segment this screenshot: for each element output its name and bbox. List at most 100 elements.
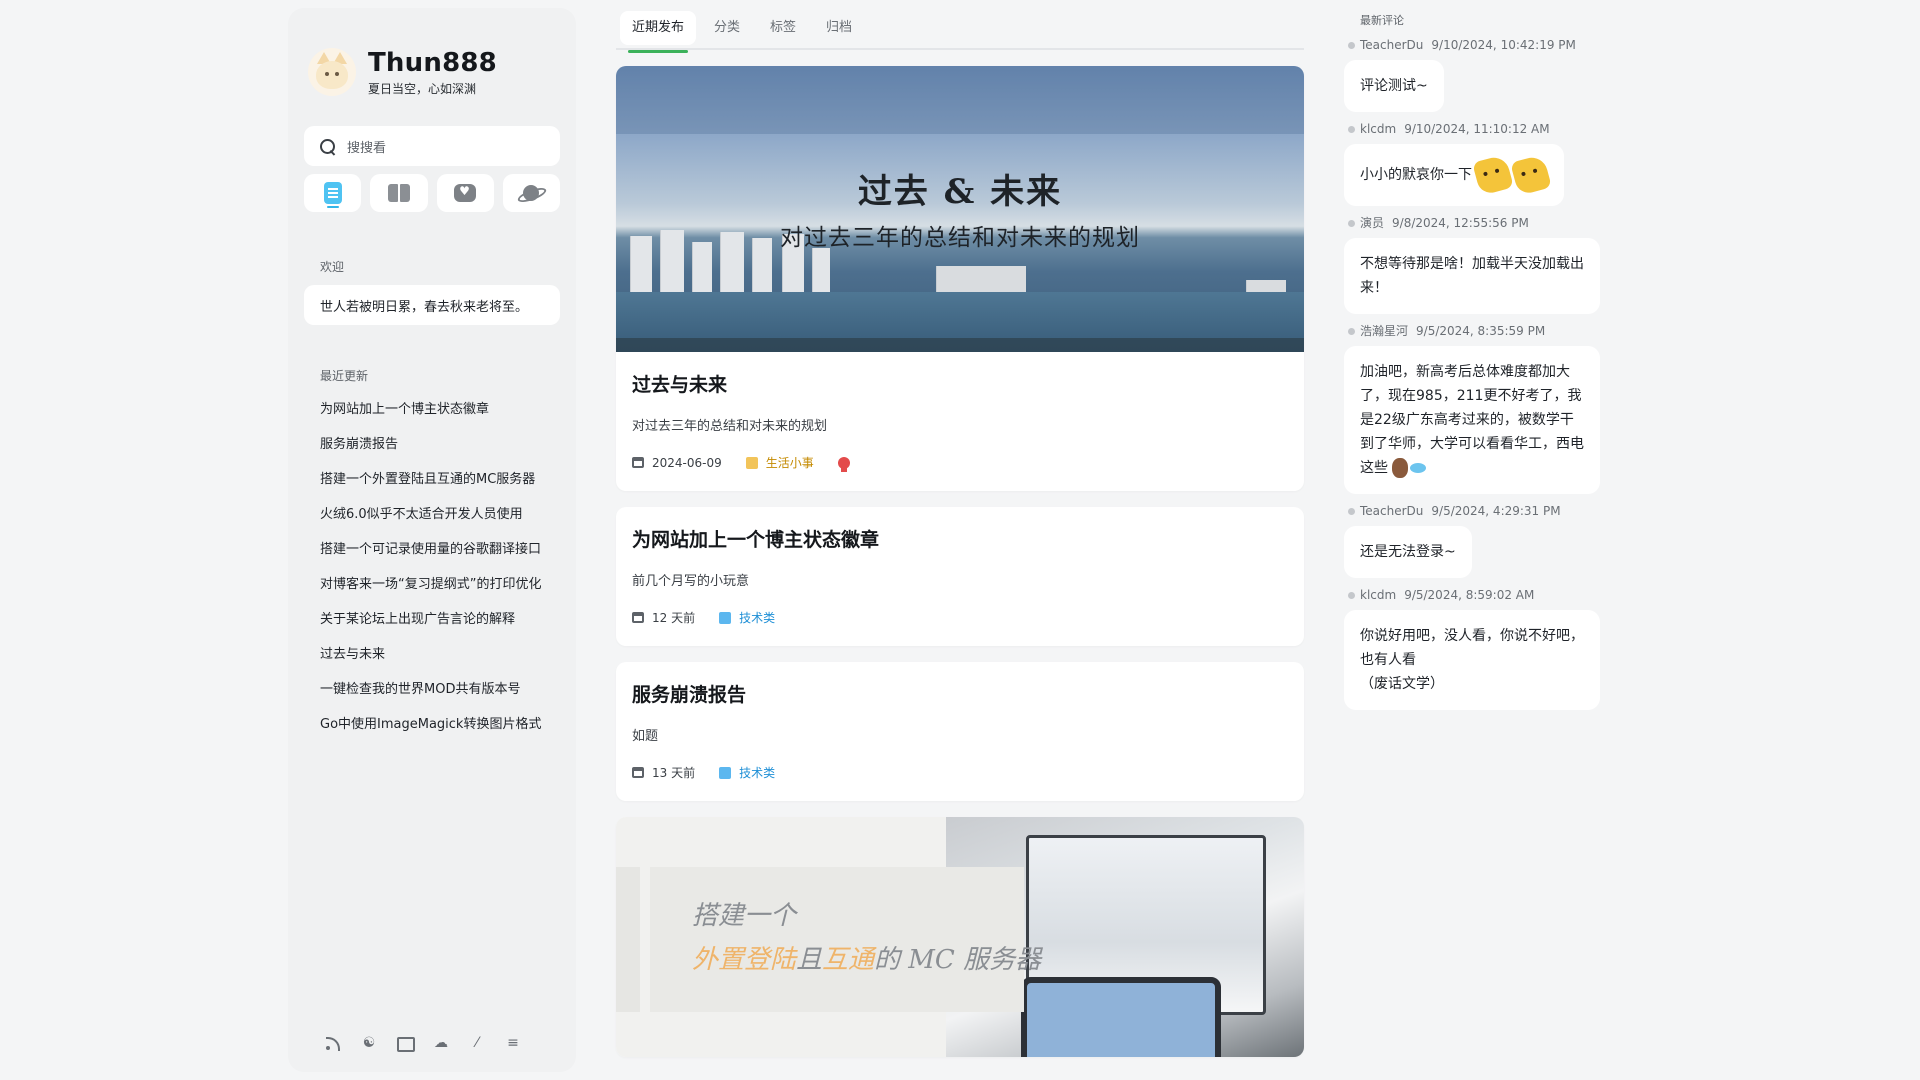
avatar[interactable] — [308, 48, 356, 96]
post-category[interactable]: 生活小事 — [745, 454, 814, 471]
comment-bubble[interactable]: 加油吧，新高考后总体难度都加大了，现在985，211更不好考了，我是22级广东高… — [1344, 346, 1600, 494]
post-category-text[interactable]: 生活小事 — [766, 454, 814, 471]
post-title[interactable]: 过去与未来 — [632, 370, 1288, 397]
category-icon — [719, 766, 732, 779]
sidebar-nav-tabs — [304, 174, 560, 212]
category-icon — [719, 611, 732, 624]
post-category-text[interactable]: 技术类 — [739, 764, 775, 781]
comment-time: 9/10/2024, 11:10:12 AM — [1404, 122, 1550, 136]
comment-time: 9/5/2024, 8:35:59 PM — [1416, 324, 1546, 338]
welcome-card: 世人若被明日累，春去秋来老将至。 — [304, 285, 560, 325]
slash-icon[interactable]: ⁄ — [468, 1034, 486, 1052]
tab-archive[interactable]: 归档 — [814, 11, 864, 45]
cover-subtitle: 外置登陆且互通的 MC 服务器 — [692, 945, 1042, 975]
post-date: 2024-06-09 — [632, 456, 722, 470]
recent-label: 最近更新 — [320, 369, 369, 383]
post-tabs: 近期发布 分类 标签 归档 — [616, 8, 1304, 53]
nav-tab-posts[interactable] — [304, 174, 362, 212]
recent-item[interactable]: 过去与未来 — [304, 637, 544, 672]
post-date-text: 12 天前 — [652, 611, 696, 625]
post-card[interactable]: 为网站加上一个博主状态徽章 前几个月写的小玩意 12 天前 技术类 — [616, 507, 1304, 646]
latest-comments: 最新评论 TeacherDu 9/10/2024, 10:42:19 PM 评论测… — [1344, 12, 1600, 710]
list-icon[interactable]: ≡ — [504, 1034, 522, 1052]
comment-time: 9/10/2024, 10:42:19 PM — [1431, 38, 1576, 52]
calendar-icon — [632, 767, 644, 778]
mail-icon[interactable] — [396, 1034, 415, 1052]
comment-time: 9/5/2024, 8:59:02 AM — [1404, 588, 1535, 602]
site-motto: 夏日当空，心如深渊 — [368, 81, 477, 96]
comment-bubble[interactable]: 小小的默哀你一下 — [1344, 144, 1564, 206]
cover-title: 搭建一个 — [692, 901, 797, 931]
recent-item[interactable]: 火绒6.0似乎不太适合开发人员使用 — [304, 497, 544, 532]
comment-author[interactable]: 演员 — [1360, 216, 1384, 230]
welcome-label: 欢迎 — [320, 260, 345, 274]
rss-icon[interactable] — [324, 1034, 342, 1052]
search-box[interactable]: 搜搜看 — [304, 126, 560, 166]
post-card[interactable]: 过去 & 未来 对过去三年的总结和对未来的规划 过去与未来 对过去三年的总结和对… — [616, 66, 1304, 491]
post-cover-image[interactable]: 过去 & 未来 对过去三年的总结和对未来的规划 — [616, 66, 1304, 352]
chat-heart-icon — [454, 184, 477, 202]
comment-time: 9/5/2024, 4:29:31 PM — [1431, 504, 1561, 518]
main-content: 近期发布 分类 标签 归档 过去 & 未来 对过去三年的总结和对未来的规划 过去… — [616, 8, 1304, 1057]
recent-item[interactable]: 服务崩溃报告 — [304, 427, 544, 462]
recent-item[interactable]: 为网站加上一个博主状态徽章 — [304, 392, 544, 427]
cloud-icon[interactable]: ☁ — [432, 1034, 450, 1052]
book-icon — [387, 184, 410, 202]
post-title[interactable]: 服务崩溃报告 — [632, 680, 1288, 707]
comment-bubble[interactable]: 还是无法登录~ — [1344, 526, 1472, 578]
comment-item: 演员 9/8/2024, 12:55:56 PM 不想等待那是啥！加载半天没加载出… — [1344, 216, 1600, 314]
tab-recent[interactable]: 近期发布 — [620, 11, 697, 53]
post-date-text: 13 天前 — [652, 766, 696, 780]
post-date: 12 天前 — [632, 609, 695, 626]
github-icon[interactable]: ☯ — [360, 1034, 378, 1052]
post-category[interactable]: 技术类 — [719, 609, 775, 626]
cat-sticker-icon — [1472, 154, 1514, 196]
profile: Thun888 夏日当空，心如深渊 — [308, 40, 560, 104]
cover-subtitle: 对过去三年的总结和对未来的规划 — [780, 225, 1140, 251]
comments-label: 最新评论 — [1360, 14, 1404, 27]
tab-categories[interactable]: 分类 — [702, 11, 752, 45]
nav-tab-friends[interactable] — [502, 174, 560, 212]
post-card[interactable]: 搭建一个 外置登陆且互通的 MC 服务器 — [616, 817, 1304, 1057]
comment-bubble[interactable]: 你说好用吧，没人看，你说不好吧，也有人看 （废话文学） — [1344, 610, 1600, 710]
cat-sticker-icon — [1510, 154, 1552, 196]
comment-author[interactable]: TeacherDu — [1360, 38, 1423, 52]
post-category[interactable]: 技术类 — [719, 764, 775, 781]
post-date: 13 天前 — [632, 764, 695, 781]
award-icon — [837, 456, 850, 472]
planet-icon — [523, 185, 540, 201]
post-title[interactable]: 为网站加上一个博主状态徽章 — [632, 525, 1288, 552]
post-desc: 如题 — [632, 729, 659, 744]
post-card[interactable]: 服务崩溃报告 如题 13 天前 技术类 — [616, 662, 1304, 801]
recent-item[interactable]: 一键检查我的世界MOD共有版本号 — [304, 672, 544, 707]
post-cover-image[interactable]: 搭建一个 外置登陆且互通的 MC 服务器 — [616, 817, 1304, 1057]
calendar-icon — [632, 612, 644, 623]
post-desc: 对过去三年的总结和对未来的规划 — [632, 419, 828, 434]
recent-item[interactable]: 搭建一个可记录使用量的谷歌翻译接口 — [304, 532, 544, 567]
post-category-text[interactable]: 技术类 — [739, 609, 775, 626]
comment-time: 9/8/2024, 12:55:56 PM — [1392, 216, 1529, 230]
comment-bubble[interactable]: 评论测试~ — [1344, 60, 1444, 112]
site-name[interactable]: Thun888 — [368, 48, 497, 78]
nav-tab-moments[interactable] — [436, 174, 494, 212]
recent-list: 为网站加上一个博主状态徽章 服务崩溃报告 搭建一个外置登陆且互通的MC服务器 火… — [304, 392, 560, 742]
recent-item[interactable]: 对博客来一场“复习提纲式”的打印优化 — [304, 567, 544, 602]
search-placeholder[interactable]: 搜搜看 — [347, 137, 386, 156]
comment-author[interactable]: klcdm — [1360, 122, 1396, 136]
recent-item[interactable]: 搭建一个外置登陆且互通的MC服务器 — [304, 462, 544, 497]
doc-icon — [323, 182, 342, 204]
recent-item[interactable]: Go中使用ImageMagick转换图片格式 — [304, 707, 544, 742]
comment-author[interactable]: klcdm — [1360, 588, 1396, 602]
comment-item: TeacherDu 9/10/2024, 10:42:19 PM 评论测试~ — [1344, 38, 1600, 112]
post-meta: 2024-06-09 生活小事 — [632, 454, 1288, 472]
social-links: ☯ ☁ ⁄ ≡ — [324, 1034, 522, 1052]
sidebar: Thun888 夏日当空，心如深渊 搜搜看 欢迎 世人若被明日累，春去秋来老将至… — [288, 8, 576, 1072]
tab-tags[interactable]: 标签 — [758, 11, 808, 45]
comment-author[interactable]: 浩瀚星河 — [1360, 324, 1408, 338]
comment-bubble[interactable]: 不想等待那是啥！加载半天没加载出来！ — [1344, 238, 1600, 314]
nav-tab-notes[interactable] — [370, 174, 428, 212]
bear-emoji-icon — [1392, 458, 1408, 478]
search-icon — [320, 138, 335, 154]
comment-author[interactable]: TeacherDu — [1360, 504, 1423, 518]
recent-item[interactable]: 关于某论坛上出现广告言论的解释 — [304, 602, 544, 637]
